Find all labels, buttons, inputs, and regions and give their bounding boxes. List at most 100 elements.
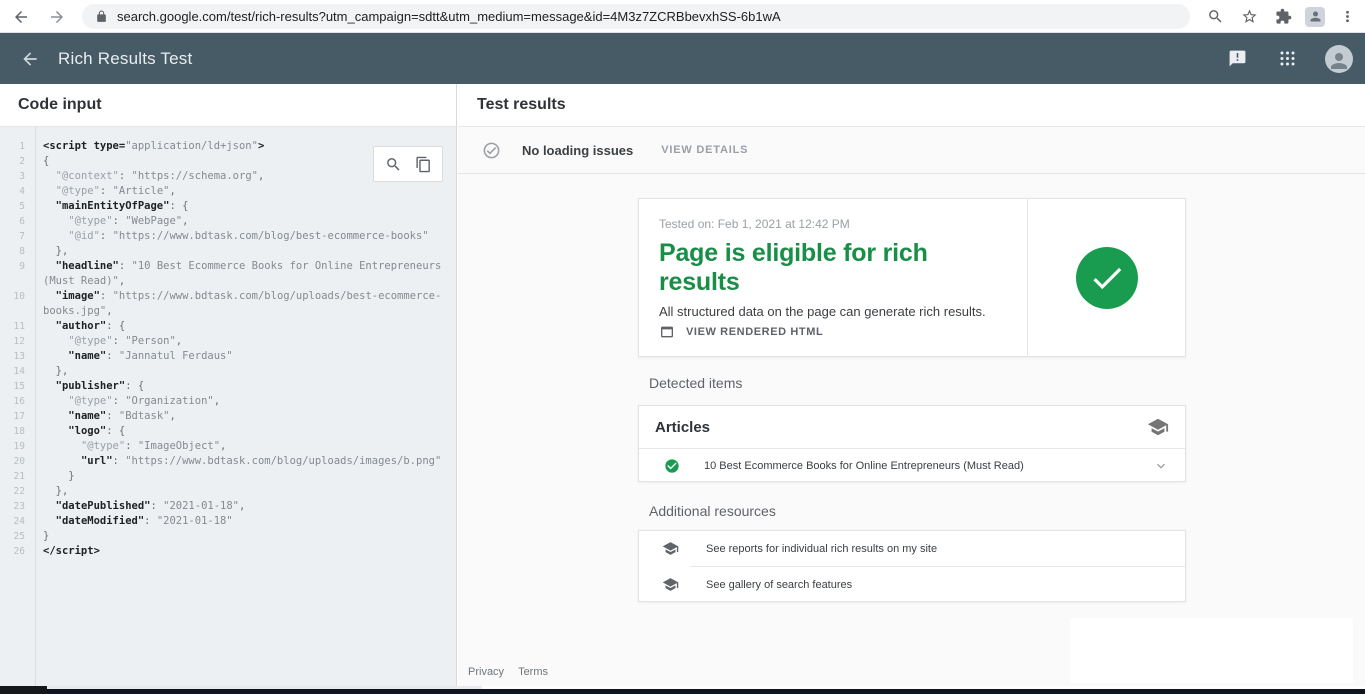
code-line: 7 "@id": "https://www.bdtask.com/blog/be…: [0, 229, 453, 244]
apps-grid-button[interactable]: [1275, 47, 1299, 71]
view-details-button[interactable]: VIEW DETAILS: [661, 144, 748, 156]
code-line: 22 },: [0, 484, 453, 499]
lock-icon: [95, 10, 108, 23]
line-number: 17: [0, 409, 36, 424]
bookmark-button[interactable]: [1237, 5, 1261, 29]
user-avatar-icon: [1327, 49, 1351, 73]
code-line: 16 "@type": "Organization",: [0, 394, 453, 409]
address-bar[interactable]: search.google.com/test/rich-results?utm_…: [82, 4, 1190, 29]
resources-card: See reports for individual rich results …: [638, 530, 1186, 602]
line-number: 14: [0, 364, 36, 379]
browser-menu-button[interactable]: [1335, 5, 1359, 29]
code-line: 20 "url": "https://www.bdtask.com/blog/u…: [0, 454, 453, 469]
code-line-text: },: [36, 244, 453, 259]
code-line: 9 "headline": "10 Best Ecommerce Books f…: [0, 259, 453, 289]
code-line-text: "name": "Bdtask",: [36, 409, 453, 424]
feedback-button[interactable]: [1225, 47, 1249, 71]
window-bottom-edge: [0, 689, 1365, 694]
code-line: 18 "logo": {: [0, 424, 453, 439]
line-number: 8: [0, 244, 36, 259]
forward-arrow-icon: [48, 8, 66, 26]
line-number: 23: [0, 499, 36, 514]
article-item-label: 10 Best Ecommerce Books for Online Entre…: [704, 460, 1024, 472]
back-arrow-icon: [20, 49, 40, 69]
account-avatar[interactable]: [1325, 45, 1353, 73]
horizontal-scrollbar-thumb[interactable]: [0, 686, 47, 694]
articles-card: Articles 10 Best Ecommerce Books for Onl…: [638, 405, 1186, 482]
browser-toolbar: search.google.com/test/rich-results?utm_…: [0, 0, 1365, 33]
app-back-button[interactable]: [17, 46, 42, 71]
line-number: 9: [0, 259, 36, 274]
star-icon: [1241, 8, 1258, 25]
code-line: 15 "publisher": {: [0, 379, 453, 394]
code-line: 21 }: [0, 469, 453, 484]
valid-item-check-icon: [664, 458, 680, 474]
app-header-actions: [1225, 33, 1353, 84]
line-number: 12: [0, 334, 36, 349]
line-number: 6: [0, 214, 36, 229]
line-number: 1: [0, 139, 36, 154]
code-line-text: </script>: [36, 544, 453, 559]
code-search-button[interactable]: [382, 153, 404, 175]
code-line-text: "@type": "Organization",: [36, 394, 453, 409]
search-icon: [385, 156, 402, 173]
view-rendered-html-button[interactable]: VIEW RENDERED HTML: [659, 324, 823, 340]
code-line: 13 "name": "Jannatul Ferdaus": [0, 349, 453, 364]
code-line-text: "@type": "WebPage",: [36, 214, 453, 229]
code-line-text: "datePublished": "2021-01-18",: [36, 499, 453, 514]
copy-icon: [415, 156, 432, 173]
graduation-cap-icon[interactable]: [1147, 416, 1169, 438]
code-line: 6 "@type": "WebPage",: [0, 214, 453, 229]
code-line: 19 "@type": "ImageObject",: [0, 439, 453, 454]
code-input-title: Code input: [0, 84, 456, 127]
line-number: 16: [0, 394, 36, 409]
article-item-row[interactable]: 10 Best Ecommerce Books for Online Entre…: [639, 449, 1185, 482]
code-line: 23 "datePublished": "2021-01-18",: [0, 499, 453, 514]
resource-link-row[interactable]: See gallery of search features: [639, 567, 1185, 602]
extensions-button[interactable]: [1271, 5, 1295, 29]
app-title: Rich Results Test: [58, 33, 192, 84]
code-line-text: "name": "Jannatul Ferdaus": [36, 349, 453, 364]
zoom-button[interactable]: [1203, 5, 1227, 29]
code-copy-button[interactable]: [412, 153, 434, 175]
footer: Privacy Terms: [468, 666, 548, 678]
line-number: 10: [0, 289, 36, 304]
rich-results-test-page: search.google.com/test/rich-results?utm_…: [0, 0, 1365, 694]
check-circle-outline-icon: [482, 141, 501, 160]
graduation-cap-icon: [662, 540, 679, 557]
feedback-icon: [1228, 49, 1247, 68]
browser-forward-button[interactable]: [44, 4, 69, 29]
line-number: 22: [0, 484, 36, 499]
code-line: 11 "author": {: [0, 319, 453, 334]
code-editor[interactable]: 1<script type="application/ld+json">2{3 …: [0, 127, 456, 686]
success-check-circle-icon: [1076, 247, 1138, 309]
line-number: 5: [0, 199, 36, 214]
resource-link-row[interactable]: See reports for individual rich results …: [639, 531, 1185, 566]
extension-avatar-button[interactable]: [1305, 7, 1325, 27]
line-number: 3: [0, 169, 36, 184]
result-card: Tested on: Feb 1, 2021 at 12:42 PM Page …: [638, 198, 1186, 357]
code-line-text: "mainEntityOfPage": {: [36, 199, 453, 214]
code-line-text: "logo": {: [36, 424, 453, 439]
code-line: 4 "@type": "Article",: [0, 184, 453, 199]
line-number: 24: [0, 514, 36, 529]
articles-card-header: Articles: [639, 406, 1185, 449]
robot-avatar-icon: [1308, 9, 1323, 24]
privacy-link[interactable]: Privacy: [468, 666, 504, 678]
line-number: 25: [0, 529, 36, 544]
loading-status-row: No loading issues VIEW DETAILS: [458, 127, 1365, 174]
terms-link[interactable]: Terms: [518, 666, 548, 678]
test-results-panel: Test results No loading issues VIEW DETA…: [458, 84, 1365, 686]
code-line: 14 },: [0, 364, 453, 379]
code-line-text: "url": "https://www.bdtask.com/blog/uplo…: [36, 454, 453, 469]
line-number: 7: [0, 229, 36, 244]
line-number: 19: [0, 439, 36, 454]
browser-back-button[interactable]: [8, 4, 33, 29]
code-line-text: "@id": "https://www.bdtask.com/blog/best…: [36, 229, 453, 244]
result-card-body: Tested on: Feb 1, 2021 at 12:42 PM Page …: [639, 199, 1027, 356]
chevron-down-icon[interactable]: [1153, 458, 1169, 474]
magnifier-icon: [1207, 8, 1224, 25]
code-line-text: }: [36, 529, 453, 544]
graduation-cap-icon: [662, 576, 679, 593]
code-line: 17 "name": "Bdtask",: [0, 409, 453, 424]
